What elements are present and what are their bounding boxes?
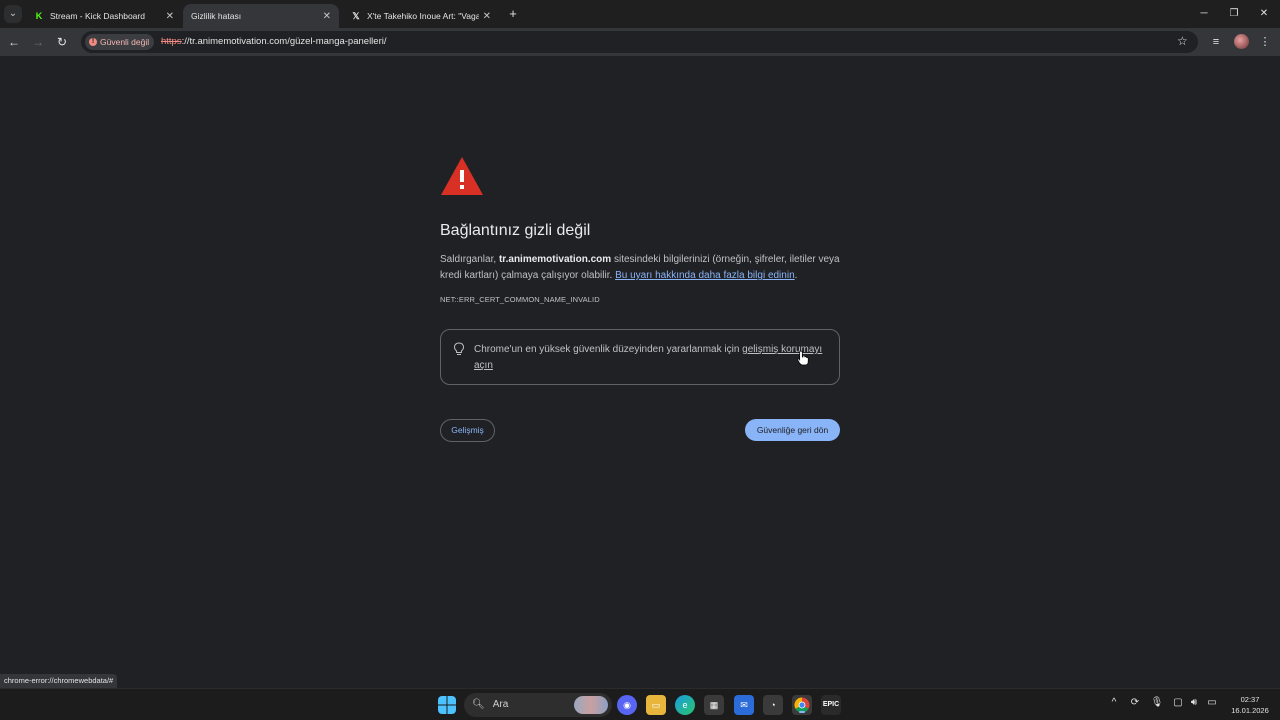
windows-taskbar: 🔍︎ Ara ◉ ▭ e ▦ ✉ ◔ EPIC ^ ⟳ 🎙︎ ▢ 🔊︎ ▭ 02:… — [0, 688, 1280, 720]
active-indicator — [799, 711, 805, 713]
tab-title: X'te Takehiko Inoue Art: "Vagab — [367, 11, 479, 21]
advanced-button[interactable]: Gelişmiş — [440, 419, 495, 442]
security-chip[interactable]: ! Güvenli değil — [85, 34, 155, 50]
edge-icon[interactable]: e — [675, 695, 695, 715]
discord-icon[interactable]: ◉ — [617, 695, 637, 715]
restore-button[interactable]: ❐ — [1224, 6, 1244, 22]
back-arrow-icon[interactable]: ← — [6, 34, 22, 50]
close-icon[interactable]: ✕ — [166, 11, 174, 22]
para-text: Saldırganlar, — [440, 254, 499, 265]
search-highlight-icon — [574, 696, 608, 714]
windows-start-icon[interactable] — [438, 696, 456, 714]
menu-kebab-icon[interactable]: ⋮ — [1257, 34, 1273, 50]
url-rest: ://tr.animemotivation.com/güzel-manga-pa… — [181, 36, 387, 47]
epic-games-icon[interactable]: EPIC — [821, 695, 841, 715]
address-bar[interactable]: ! Güvenli değil https://tr.animemotivati… — [81, 31, 1198, 53]
volume-icon[interactable]: 🔊︎ — [1187, 697, 1201, 708]
enhanced-protection-text: Chrome'un en yüksek güvenlik düzeyinden … — [474, 342, 829, 374]
x-icon: 𝕏 — [352, 11, 360, 21]
tab-strip: ⌄ K Stream - Kick Dashboard ✕ Gizlilik h… — [0, 0, 1280, 28]
hand-cursor-icon — [797, 350, 809, 366]
reading-list-icon[interactable]: ≡ — [1208, 34, 1224, 50]
minimize-button[interactable]: ─ — [1194, 6, 1214, 22]
tab-privacy-error[interactable]: Gizlilik hatası ✕ — [183, 4, 339, 28]
error-code: NET::ERR_CERT_COMMON_NAME_INVALID — [440, 295, 600, 304]
taskbar-search-box[interactable]: 🔍︎ Ara — [464, 693, 612, 717]
close-icon[interactable]: ✕ — [323, 11, 331, 22]
window-close-button[interactable]: ✕ — [1254, 6, 1274, 22]
not-secure-icon: ! — [89, 38, 97, 46]
network-icon[interactable]: ▢ — [1171, 697, 1185, 708]
forward-arrow-icon[interactable]: → — [30, 34, 46, 50]
status-bar-url: chrome-error://chromewebdata/# — [0, 674, 118, 688]
tray-overflow-icon[interactable]: ^ — [1107, 697, 1121, 708]
tab-kick[interactable]: K Stream - Kick Dashboard ✕ — [26, 4, 182, 28]
enhanced-protection-box: Chrome'un en yüksek güvenlik düzeyinden … — [440, 329, 840, 385]
chrome-icon[interactable] — [792, 695, 812, 715]
back-to-safety-button[interactable]: Güvenliğe geri dön — [745, 419, 840, 441]
page-title: Bağlantınız gizli değil — [440, 222, 591, 239]
reload-icon[interactable]: ↻ — [54, 34, 70, 50]
search-icon: 🔍︎ — [472, 699, 485, 710]
battery-icon[interactable]: ▭ — [1205, 697, 1219, 708]
url-text[interactable]: https://tr.animemotivation.com/güzel-man… — [161, 36, 386, 47]
learn-more-link[interactable]: Bu uyarı hakkında daha fazla bilgi edini… — [615, 270, 795, 281]
taskbar-clock[interactable]: 02:37 16.01.2026 — [1225, 694, 1275, 716]
new-tab-button[interactable]: + — [505, 6, 521, 22]
explanation-paragraph: Saldırganlar, tr.animemotivation.com sit… — [440, 252, 840, 284]
profile-avatar[interactable] — [1234, 34, 1249, 49]
sync-icon[interactable]: ⟳ — [1128, 697, 1142, 708]
url-scheme: https — [161, 36, 182, 47]
enhanced-text: Chrome'un en yüksek güvenlik düzeyinden … — [474, 344, 743, 355]
security-chip-label: Güvenli değil — [100, 37, 150, 47]
mail-icon[interactable]: ✉ — [734, 695, 754, 715]
domain-name: tr.animemotivation.com — [498, 254, 612, 265]
taskbar-search-placeholder: Ara — [492, 699, 509, 710]
store-icon[interactable]: ▦ — [704, 695, 724, 715]
file-explorer-icon[interactable]: ▭ — [646, 695, 666, 715]
clock-date: 16.01.2026 — [1231, 706, 1269, 715]
close-icon[interactable]: ✕ — [483, 11, 491, 22]
kick-icon: K — [35, 11, 43, 21]
lightbulb-icon — [453, 342, 465, 355]
tab-title: Stream - Kick Dashboard — [50, 11, 145, 21]
tab-search-icon[interactable]: ⌄ — [4, 5, 22, 23]
bookmark-star-icon[interactable]: ☆ — [1177, 34, 1188, 48]
warning-triangle-icon — [441, 157, 483, 195]
browser-toolbar: ← → ↻ ! Güvenli değil https://tr.animemo… — [0, 28, 1280, 56]
para-text: . — [794, 270, 798, 281]
tab-title: Gizlilik hatası — [191, 11, 242, 21]
clock-time: 02:37 — [1240, 695, 1260, 704]
tab-x-post[interactable]: 𝕏 X'te Takehiko Inoue Art: "Vagab ✕ — [343, 4, 499, 28]
microphone-icon[interactable]: 🎙︎ — [1150, 697, 1164, 708]
app-icon[interactable]: ◔ — [763, 695, 783, 715]
interstitial-page: Bağlantınız gizli değil Saldırganlar, tr… — [0, 56, 1280, 688]
